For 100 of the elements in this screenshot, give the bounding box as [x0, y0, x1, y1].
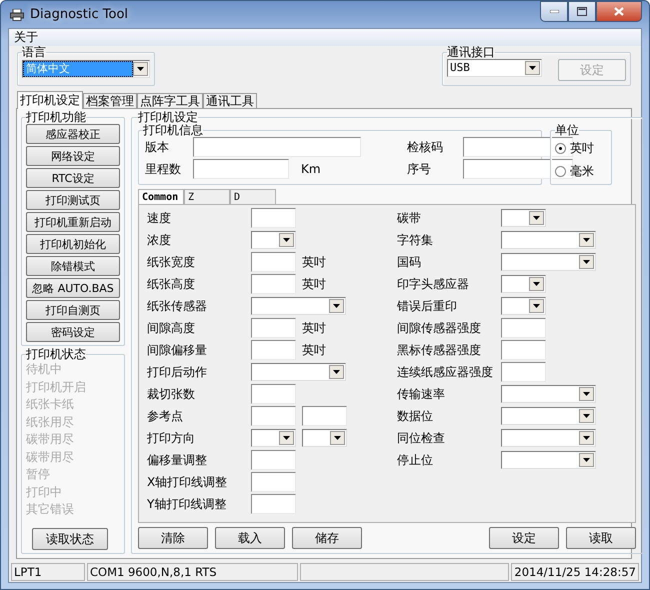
- function-button[interactable]: 忽略 AUTO.BAS: [26, 278, 120, 298]
- dropdown-field[interactable]: [501, 209, 546, 227]
- dropdown-field[interactable]: [501, 451, 596, 469]
- input-field[interactable]: [193, 137, 361, 157]
- input-field[interactable]: [251, 384, 296, 404]
- function-button[interactable]: 网络设定: [26, 146, 120, 166]
- dropdown-arrow-icon[interactable]: [529, 66, 536, 70]
- input-field[interactable]: [251, 208, 296, 228]
- dropdown-arrow-icon[interactable]: [137, 67, 144, 71]
- field-label: 检核码: [407, 138, 444, 156]
- dropdown-field[interactable]: [501, 275, 546, 293]
- field-label: 序号: [407, 160, 432, 178]
- dropdown-field[interactable]: [501, 429, 596, 447]
- input-field[interactable]: [251, 472, 296, 492]
- input-field[interactable]: [501, 340, 546, 360]
- field-label: 纸张传感器: [147, 298, 208, 314]
- dropdown-field[interactable]: [251, 429, 296, 447]
- dropdown-field[interactable]: [501, 231, 596, 249]
- dropdown-arrow-icon[interactable]: [583, 392, 590, 396]
- port-dropdown[interactable]: USB: [447, 59, 542, 77]
- input-field[interactable]: [251, 252, 296, 272]
- input-field[interactable]: [251, 318, 296, 338]
- group-label: 打印机状态: [26, 348, 86, 361]
- dropdown-arrow-icon[interactable]: [533, 304, 540, 308]
- action-button[interactable]: 清除: [138, 527, 208, 549]
- radio-label[interactable]: 毫米: [570, 163, 594, 180]
- dropdown-arrow-icon[interactable]: [533, 216, 540, 220]
- tab[interactable]: D: [230, 189, 276, 204]
- field-label: 纸张高度: [147, 276, 196, 292]
- unit-label: 英吋: [302, 276, 326, 292]
- input-field[interactable]: [501, 318, 546, 338]
- status-label: 打印机开启: [26, 378, 87, 396]
- field-label: 碳带: [397, 210, 422, 226]
- tab[interactable]: 档案管理: [83, 93, 137, 108]
- input-field[interactable]: [251, 274, 296, 294]
- tab[interactable]: 通讯工具: [203, 93, 257, 108]
- dropdown-arrow-icon[interactable]: [533, 282, 540, 286]
- dropdown-field[interactable]: [501, 407, 596, 425]
- dropdown-arrow-icon[interactable]: [583, 260, 590, 264]
- menu-item[interactable]: 关于: [13, 30, 39, 44]
- field-label: 速度: [147, 210, 172, 226]
- maximize-button[interactable]: [568, 1, 596, 22]
- input-field[interactable]: [501, 362, 546, 382]
- unit-label: 英吋: [302, 342, 326, 358]
- input-field[interactable]: [251, 406, 296, 426]
- tab[interactable]: Z: [184, 189, 230, 204]
- input-field[interactable]: [251, 450, 296, 470]
- field-label: 里程数: [145, 160, 182, 178]
- radio-label[interactable]: 英吋: [570, 140, 594, 157]
- field-label: 国码: [397, 254, 422, 270]
- input-field[interactable]: [251, 494, 296, 514]
- function-button[interactable]: 打印机重新启动: [26, 212, 120, 232]
- dropdown-arrow-icon[interactable]: [583, 238, 590, 242]
- dropdown-arrow-icon[interactable]: [583, 436, 590, 440]
- dropdown-field[interactable]: [501, 385, 596, 403]
- field-label: 印字头感应器: [397, 276, 470, 292]
- dropdown-arrow-icon[interactable]: [334, 436, 341, 440]
- tab[interactable]: 打印机设定: [17, 91, 83, 109]
- dropdown-field[interactable]: [501, 297, 546, 315]
- action-button[interactable]: 设定: [489, 527, 559, 549]
- dropdown-arrow-icon[interactable]: [583, 458, 590, 462]
- group-label: 打印机功能: [26, 111, 86, 124]
- input-field[interactable]: [193, 159, 289, 179]
- dropdown-arrow-icon[interactable]: [283, 238, 290, 242]
- close-button[interactable]: [596, 1, 642, 22]
- function-button[interactable]: 感应器校正: [26, 124, 120, 144]
- field-label: 打印方向: [147, 430, 196, 446]
- field-label: 纸张宽度: [147, 254, 196, 270]
- action-button[interactable]: 储存: [292, 527, 362, 549]
- dropdown-field[interactable]: [251, 297, 346, 315]
- function-button[interactable]: RTC设定: [26, 168, 120, 188]
- status-label: 暂停: [26, 466, 51, 483]
- field-label: 错误后重印: [397, 298, 458, 314]
- unit-label: Km: [301, 162, 321, 176]
- dropdown-field[interactable]: [251, 363, 346, 381]
- read-status-button[interactable]: 读取状态: [32, 528, 108, 550]
- minimize-button[interactable]: [540, 1, 568, 22]
- dropdown-arrow-icon[interactable]: [333, 304, 340, 308]
- status-label: 打印中: [26, 484, 63, 500]
- input-field[interactable]: [251, 340, 296, 360]
- dropdown-arrow-icon[interactable]: [333, 370, 340, 374]
- dropdown-field[interactable]: [501, 253, 596, 271]
- function-button[interactable]: 打印机初始化: [26, 234, 120, 254]
- field-label: 数据位: [397, 408, 434, 424]
- dropdown-arrow-icon[interactable]: [583, 414, 590, 418]
- function-button[interactable]: 除错模式: [26, 256, 120, 276]
- maximize-icon: [577, 7, 587, 16]
- function-button[interactable]: 密码设定: [26, 322, 120, 342]
- action-button[interactable]: 载入: [215, 527, 285, 549]
- function-button[interactable]: 打印自测页: [26, 300, 120, 320]
- unit-label: 英吋: [302, 254, 326, 270]
- field-label: 同位检查: [397, 430, 446, 446]
- action-button[interactable]: 读取: [566, 527, 636, 549]
- tab[interactable]: Common: [138, 189, 184, 204]
- function-button[interactable]: 打印测试页: [26, 190, 120, 210]
- input-field[interactable]: [302, 406, 347, 426]
- tab[interactable]: 点阵字工具: [137, 93, 203, 108]
- dropdown-field[interactable]: [302, 429, 347, 447]
- dropdown-field[interactable]: [251, 231, 296, 249]
- dropdown-arrow-icon[interactable]: [283, 436, 290, 440]
